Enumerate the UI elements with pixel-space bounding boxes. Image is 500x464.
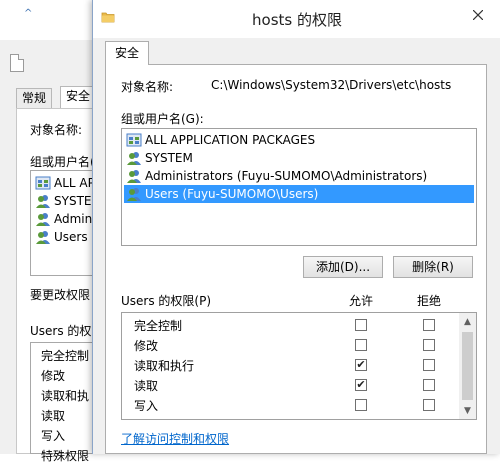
allow-checkbox[interactable] xyxy=(355,319,367,331)
permissions-dialog: hosts 的权限 安全 对象名称: C:\Windows\System32\D… xyxy=(92,0,500,454)
allow-column-header: 允许 xyxy=(349,294,374,308)
users-icon xyxy=(36,213,50,226)
permissions-label: Users 的权限(P) xyxy=(121,294,212,308)
user-item-users[interactable]: Users (Fuyu-SUMOMO\Users) xyxy=(124,185,474,203)
app-packages-icon xyxy=(126,133,142,147)
users-icon xyxy=(127,188,141,201)
permission-row: 写入 xyxy=(122,395,458,415)
permission-list: 完全控制 修改 读取和执行 ✔ 读取 ✔ 写入 ▲ ▼ xyxy=(121,312,477,420)
permission-name: 完全控制 xyxy=(134,319,183,333)
background-user-list[interactable]: ALL AP SYSTEM Admini Users ( xyxy=(30,170,102,276)
background-perm-item: 特殊权限 xyxy=(41,449,90,463)
deny-column-header: 拒绝 xyxy=(417,294,442,308)
allow-checkbox[interactable] xyxy=(355,339,367,351)
background-perm-item: 修改 xyxy=(41,369,66,383)
background-group-label: 组或用户名( xyxy=(30,155,95,169)
background-perm-item: 完全控制 xyxy=(41,349,90,363)
dialog-titlebar[interactable]: hosts 的权限 xyxy=(93,0,500,38)
users-icon xyxy=(36,231,50,244)
permission-scrollbar[interactable]: ▲ ▼ xyxy=(459,313,476,419)
object-name-label: 对象名称: xyxy=(121,80,174,94)
chevron-up-icon[interactable]: ▲ xyxy=(459,313,476,330)
allow-checkbox[interactable]: ✔ xyxy=(355,379,367,391)
background-object-label: 对象名称: xyxy=(30,123,83,137)
permission-row: 完全控制 xyxy=(122,315,458,335)
background-user-label: ALL AP xyxy=(54,176,95,190)
deny-checkbox[interactable] xyxy=(423,319,435,331)
background-perm-item: 读取 xyxy=(41,409,66,423)
background-user-label: Admini xyxy=(54,212,96,226)
background-permission-list: 完全控制 修改 读取和执 读取 写入 特殊权限 xyxy=(30,342,100,463)
background-user-item[interactable]: ALL AP xyxy=(35,175,95,191)
background-user-item[interactable]: Admini xyxy=(35,211,96,227)
learn-access-control-link[interactable]: 了解访问控制和权限 xyxy=(121,430,229,447)
dialog-title: hosts 的权限 xyxy=(252,11,342,29)
background-tab-security[interactable]: 安全 xyxy=(60,86,97,108)
user-list[interactable]: ALL APPLICATION PACKAGES SYSTEM Administ… xyxy=(121,128,477,246)
background-user-item[interactable]: Users ( xyxy=(35,229,96,245)
caret-up-icon[interactable]: ^ xyxy=(24,8,32,19)
object-name-value: C:\Windows\System32\Drivers\etc\hosts xyxy=(211,78,452,92)
scroll-thumb[interactable] xyxy=(462,332,473,400)
permission-row: 读取 ✔ xyxy=(122,375,458,395)
deny-checkbox[interactable] xyxy=(423,379,435,391)
tab-security[interactable]: 安全 xyxy=(105,41,149,65)
user-item-system[interactable]: SYSTEM xyxy=(124,149,474,167)
document-icon xyxy=(10,54,24,72)
permission-name: 写入 xyxy=(134,399,159,413)
remove-button[interactable]: 删除(R) xyxy=(393,256,473,278)
users-icon xyxy=(36,195,50,208)
permission-name: 读取 xyxy=(134,379,159,393)
group-or-user-label: 组或用户名(G): xyxy=(121,112,204,126)
deny-checkbox[interactable] xyxy=(423,399,435,411)
user-item-administrators[interactable]: Administrators (Fuyu-SUMOMO\Administrato… xyxy=(124,167,474,185)
permission-name: 读取和执行 xyxy=(134,359,195,373)
background-perm-item: 读取和执 xyxy=(41,389,90,403)
users-icon xyxy=(127,170,141,183)
app-packages-icon xyxy=(35,176,51,190)
user-item-label: ALL APPLICATION PACKAGES xyxy=(145,133,316,147)
user-item-label: SYSTEM xyxy=(145,151,193,165)
background-perm-item: 写入 xyxy=(41,429,66,443)
chevron-down-icon[interactable]: ▼ xyxy=(459,402,476,419)
background-tab-general[interactable]: 常规 xyxy=(16,88,53,108)
users-icon xyxy=(127,152,141,165)
background-change-label: 要更改权限 xyxy=(30,288,91,302)
user-item-label: Users (Fuyu-SUMOMO\Users) xyxy=(145,187,319,201)
deny-checkbox[interactable] xyxy=(423,359,435,371)
permission-name: 修改 xyxy=(134,339,159,353)
allow-checkbox[interactable] xyxy=(355,399,367,411)
user-item-all-application-packages[interactable]: ALL APPLICATION PACKAGES xyxy=(124,131,474,149)
user-item-label: Administrators (Fuyu-SUMOMO\Administrato… xyxy=(145,169,428,183)
close-icon xyxy=(473,10,483,20)
add-button[interactable]: 添加(D)... xyxy=(303,256,383,278)
background-user-label: Users ( xyxy=(54,230,97,244)
close-button[interactable] xyxy=(455,0,500,30)
deny-checkbox[interactable] xyxy=(423,339,435,351)
permission-row: 读取和执行 ✔ xyxy=(122,355,458,375)
permission-row: 修改 xyxy=(122,335,458,355)
allow-checkbox[interactable]: ✔ xyxy=(355,359,367,371)
